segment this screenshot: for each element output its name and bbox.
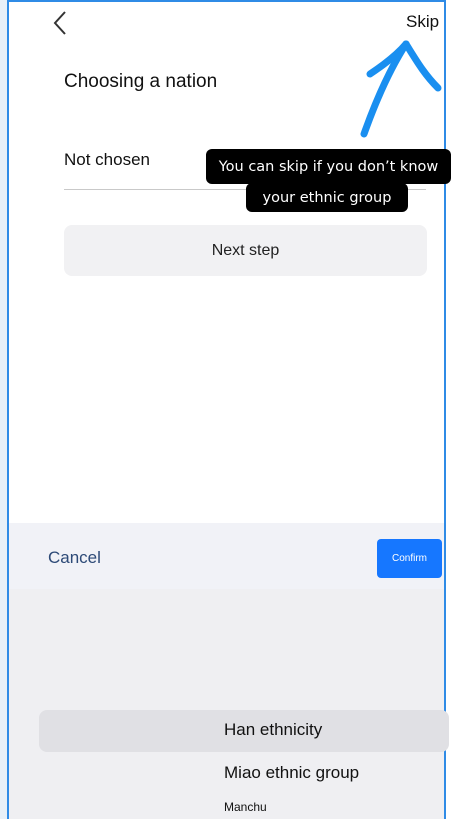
nation-select-field[interactable]: Not chosen — [64, 150, 150, 170]
back-chevron-icon[interactable] — [50, 10, 74, 36]
skip-button[interactable]: Skip — [406, 12, 439, 32]
annotation-arrow-icon — [360, 40, 442, 138]
annotation-line-1: You can skip if you don’t know — [206, 149, 451, 184]
picker-option[interactable]: Manchu — [224, 800, 267, 814]
left-frame-border — [0, 0, 9, 819]
confirm-button[interactable]: Confirm — [377, 539, 442, 578]
annotation-line-2: your ethnic group — [246, 183, 408, 212]
annotation-callout: You can skip if you don’t know your ethn… — [206, 149, 451, 213]
top-frame-border — [9, 0, 444, 12]
page-title: Choosing a nation — [64, 71, 218, 92]
next-step-button[interactable]: Next step — [64, 225, 427, 276]
picker-option[interactable]: Miao ethnic group — [224, 763, 359, 783]
picker-option[interactable]: Han ethnicity — [224, 720, 322, 740]
right-frame-border — [444, 0, 458, 819]
cancel-button[interactable]: Cancel — [48, 548, 101, 568]
ethnicity-picker[interactable] — [9, 589, 444, 819]
